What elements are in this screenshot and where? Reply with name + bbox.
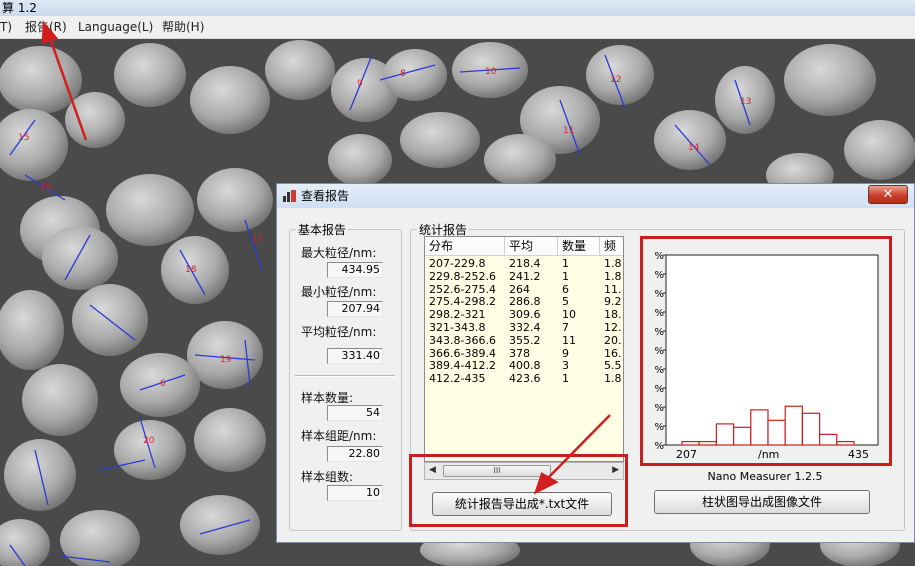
annotation-arrows <box>41 20 611 495</box>
arrow-to-export-button <box>547 414 611 479</box>
arrow-head-icon <box>533 472 559 495</box>
arrow-to-report-menu <box>48 37 88 141</box>
arrow-head-icon <box>41 20 59 44</box>
